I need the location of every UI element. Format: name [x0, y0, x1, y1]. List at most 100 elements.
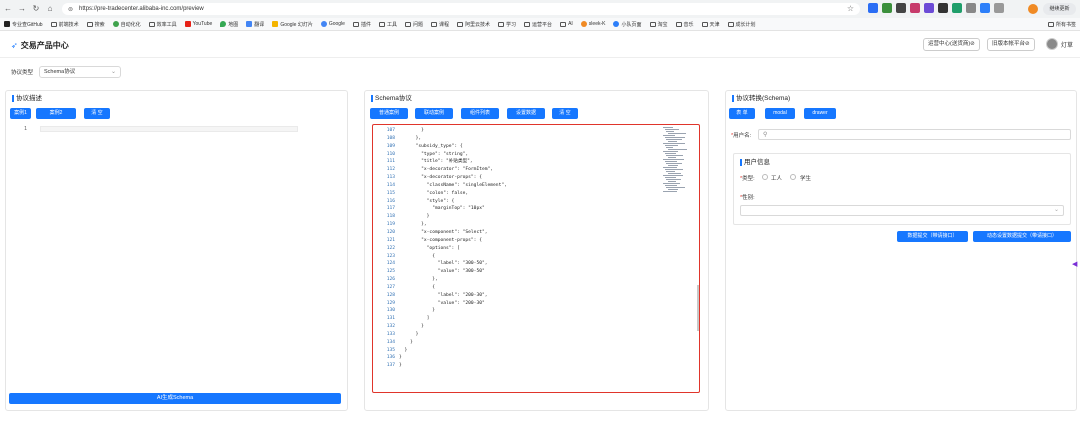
line-number: 119	[386, 222, 395, 228]
puzzle-icon[interactable]	[994, 3, 1004, 13]
line-number: 126	[386, 277, 395, 283]
set-data-button[interactable]: 设置数据	[507, 108, 545, 119]
ops-center-button[interactable]: 运营中心(送货商)⊘	[923, 38, 980, 51]
bookmark-item[interactable]: 效率工具	[148, 21, 177, 28]
url-text: https://pre-tradecenter.alibaba-inc.com/…	[79, 6, 204, 12]
line-number: 132	[386, 324, 395, 330]
minimap-line	[663, 127, 673, 128]
line-number: 113	[386, 175, 395, 181]
form-button[interactable]: 表 单	[729, 108, 755, 119]
bookmark-item[interactable]: 音乐	[675, 21, 694, 28]
bookmark-item[interactable]: 专业查GitHub	[4, 21, 43, 28]
ai-generate-schema-button[interactable]: AI生成Schema	[9, 393, 341, 404]
linkage-example-button[interactable]: 联动案例	[415, 108, 453, 119]
clear-button[interactable]: 清 空	[84, 108, 110, 119]
line-number: 135	[386, 347, 395, 353]
bookmark-item[interactable]: 工具	[378, 21, 397, 28]
dynamic-submit-button[interactable]: 动态设置数据提交（带请接口）	[973, 231, 1071, 242]
extension-icon[interactable]	[938, 3, 948, 13]
extension-icon[interactable]	[952, 3, 962, 13]
reload-icon[interactable]: ↻	[30, 3, 42, 15]
minimap-line	[667, 165, 678, 166]
extension-icon[interactable]	[910, 3, 920, 13]
bookmark-item[interactable]: 地图	[220, 21, 238, 28]
code-minimap[interactable]	[663, 127, 695, 197]
description-editor[interactable]	[40, 126, 298, 132]
minimap-line	[664, 145, 678, 146]
extension-icon[interactable]	[868, 3, 878, 13]
bookmark-item[interactable]: 天津	[701, 21, 720, 28]
bookmark-item[interactable]: 翻译	[246, 21, 264, 28]
browser-avatar[interactable]	[1028, 4, 1038, 14]
bookmark-item[interactable]: 问题	[404, 21, 423, 28]
minimap-line	[664, 161, 677, 162]
panel-title: Schema协议	[371, 95, 412, 102]
submit-data-button[interactable]: 数据提交（带请接口）	[897, 231, 968, 242]
bookmark-item[interactable]: YouTube	[184, 21, 212, 27]
clear-button[interactable]: 清 空	[552, 108, 578, 119]
minimap-line	[667, 133, 686, 134]
line-number: 122	[386, 245, 395, 251]
extension-icon[interactable]	[980, 3, 990, 13]
app-title: 交易产品中心	[20, 41, 69, 50]
bookmark-item[interactable]: AI	[560, 21, 573, 27]
code-content[interactable]: } }, "subsidy_type": { "type": "string",…	[399, 127, 507, 370]
bookmark-star-icon[interactable]: ☆	[847, 4, 854, 13]
extension-icon[interactable]	[882, 3, 892, 13]
line-number: 134	[386, 339, 395, 345]
bookmark-item[interactable]: 学习	[498, 21, 516, 28]
bookmark-item[interactable]: 自动化化	[112, 21, 141, 28]
bookmark-item[interactable]: 小队页面	[613, 21, 642, 28]
component-list-button[interactable]: 组件列表	[461, 108, 499, 119]
bookmark-item[interactable]: Google 幻灯片	[272, 21, 313, 28]
bookmark-item[interactable]: 前端技术	[50, 21, 79, 28]
minimap-line	[667, 157, 676, 158]
minimap-line	[663, 183, 680, 184]
profile-button[interactable]: 继续更新	[1043, 3, 1076, 15]
bookmark-item[interactable]: 淘宝	[649, 21, 668, 28]
example1-button[interactable]: 案例1	[10, 108, 31, 119]
old-platform-button[interactable]: 旧版本帐平台⊘	[987, 38, 1035, 51]
minimap-line	[663, 159, 684, 160]
bookmark-item[interactable]: Google	[320, 21, 345, 27]
gender-select[interactable]: ⌄	[740, 205, 1064, 216]
schema-code-editor[interactable]: 107 108 109 110 111 112 113 114 115 116 117 118 119 1…	[372, 124, 700, 393]
drawer-button[interactable]: drawer	[804, 108, 836, 119]
example2-button[interactable]: 案例2	[36, 108, 76, 119]
extension-icon[interactable]	[924, 3, 934, 13]
back-icon[interactable]: ←	[2, 3, 14, 15]
line-number: 108	[386, 135, 395, 141]
line-number: 123	[386, 253, 395, 259]
extension-icon[interactable]	[896, 3, 906, 13]
protocol-type-select[interactable]: Schema协议 ⌄	[39, 66, 122, 78]
radio-worker[interactable]	[762, 174, 768, 180]
line-number: 129	[386, 300, 395, 306]
avatar	[1046, 38, 1058, 50]
bookmark-item[interactable]: 运营平台	[524, 21, 552, 28]
radio-student[interactable]	[790, 174, 796, 180]
extension-icon[interactable]	[966, 3, 976, 13]
line-number: 127	[386, 284, 395, 290]
bookmark-item[interactable]: 插件	[352, 21, 371, 28]
forward-icon[interactable]: →	[16, 3, 28, 15]
common-example-button[interactable]: 普通案例	[370, 108, 408, 119]
modal-button[interactable]: modal	[765, 108, 795, 119]
user-menu[interactable]: 灯草	[1046, 38, 1073, 50]
username-input[interactable]: ⚲	[758, 129, 1071, 140]
editor-scrollbar[interactable]	[697, 285, 699, 331]
bookmark-item[interactable]: 课程	[431, 21, 449, 28]
app-logo[interactable]: ➶ 交易产品中心	[11, 40, 69, 51]
sidebar-toggle-icon[interactable]: ◀	[1072, 260, 1080, 268]
address-bar[interactable]: ⊜ https://pre-tradecenter.alibaba-inc.co…	[62, 3, 860, 15]
line-number: 131	[386, 316, 395, 322]
bookmark-item[interactable]: sleek-K	[580, 21, 605, 27]
site-info-icon[interactable]: ⊜	[68, 6, 73, 13]
bookmark-item[interactable]: 搜索	[86, 21, 105, 28]
home-icon[interactable]: ⌂	[44, 3, 56, 15]
gender-label: *性别:	[740, 195, 755, 201]
bookmark-item[interactable]: 成长计划	[727, 21, 756, 28]
bookmark-item[interactable]: 阿里云技术	[457, 21, 490, 28]
line-number: 110	[386, 151, 395, 157]
all-bookmarks[interactable]: 所有书签	[1047, 21, 1076, 28]
minimap-line	[664, 153, 676, 154]
